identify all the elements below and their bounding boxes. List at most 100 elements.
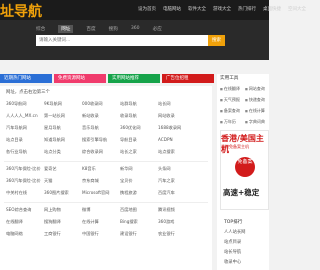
top-bar: 址导航 设为首页 电脑网站 软件大全 游戏大全 热门排行 桌面快捷 空间大全 (0, 0, 306, 21)
site-link[interactable]: 各行业导航 (6, 149, 44, 155)
top-item[interactable]: 站点目录 (224, 239, 245, 245)
search-area: 综合 网址 百度 搜狗 360 必应 搜索 (0, 20, 269, 60)
tool-link[interactable]: 万年历 (220, 119, 244, 125)
banner-recommend[interactable]: 实用网站推荐 (108, 74, 160, 83)
site-link[interactable]: 微博 (82, 207, 120, 213)
site-link[interactable]: 头条网 (158, 166, 196, 172)
link-row: 360汽车保险-比价 爱奇艺 K8音乐 新华网 头条网 (6, 166, 196, 172)
tool-list: 在线翻译 网站查询 天气预报 快递查询 备案查询 在线计算 万年历 字典词典 (220, 86, 269, 125)
site-link[interactable]: 工商银行 (44, 231, 82, 237)
site-link[interactable]: 站群导航 (120, 101, 158, 107)
tool-link[interactable]: 字典词典 (245, 119, 269, 125)
search-tab[interactable]: 搜狗 (109, 26, 118, 33)
ad-subline: 香港免备案主机 (221, 144, 249, 149)
ad-tagline: 高速+稳定 (223, 188, 260, 197)
site-link[interactable]: 360图片搜索 (44, 190, 82, 196)
site-link[interactable]: 天猫 (44, 178, 82, 184)
search-tab[interactable]: 必应 (153, 26, 162, 33)
site-link[interactable]: 360汽车保险-比价 (6, 166, 44, 172)
site-link[interactable]: 网上购物 (44, 207, 82, 213)
top-item[interactable]: 收录中心 (224, 259, 245, 265)
banner-ad[interactable]: 广告位招租 (162, 74, 214, 83)
site-link[interactable]: 站长之家 (120, 149, 158, 155)
tool-link[interactable]: 在线计算 (245, 108, 269, 114)
site-link[interactable]: 360游戏 (158, 219, 196, 225)
banner-hot[interactable]: 近期热门网站 (0, 74, 52, 83)
nav-item[interactable]: 设为首页 (138, 6, 156, 12)
site-link[interactable]: 电脑网络 (6, 231, 44, 237)
tool-link[interactable]: 天气预报 (220, 97, 244, 103)
site-link[interactable]: 导航目录 (120, 137, 158, 143)
site-link[interactable]: 人人人人_MX.cn (6, 113, 44, 119)
search-tab-active[interactable]: 网址 (58, 25, 74, 33)
site-link[interactable]: Bing搜索 (120, 219, 158, 225)
site-link[interactable]: 在线计算 (82, 219, 120, 225)
site-link[interactable]: 汽车之家 (158, 178, 196, 184)
site-logo[interactable]: 址导航 (0, 1, 42, 21)
site-link[interactable]: 中国银行 (82, 231, 120, 237)
tool-link[interactable]: 网站查询 (245, 86, 269, 92)
top-nav: 设为首页 电脑网站 软件大全 游戏大全 热门排行 桌面快捷 空间大全 (138, 6, 306, 12)
site-link[interactable]: 站点分类 (44, 149, 82, 155)
site-link[interactable]: 新站收录 (82, 113, 120, 119)
site-link[interactable]: 京东商城 (82, 178, 120, 184)
site-link[interactable]: K8音乐 (82, 166, 120, 172)
category-banners: 近期热门网站 免费资源网站 实用网站推荐 广告位招租 (0, 74, 214, 83)
site-link[interactable]: 360优化网 (120, 125, 158, 131)
site-link[interactable]: 站点目录 (6, 137, 44, 143)
search-input[interactable] (36, 35, 202, 46)
site-link[interactable]: 汽车导航网 (6, 125, 44, 131)
site-link[interactable]: 百度地图 (120, 207, 158, 213)
site-link[interactable]: 建设银行 (120, 231, 158, 237)
site-link[interactable]: 1688收录网 (158, 125, 196, 131)
site-link[interactable]: 爱奇艺 (44, 166, 82, 172)
site-link[interactable]: 宝贝价 (120, 178, 158, 184)
site-link[interactable]: 收录导航 (120, 113, 158, 119)
tool-link[interactable]: 备案查询 (220, 108, 244, 114)
site-link[interactable]: 农业银行 (158, 231, 196, 237)
nav-item[interactable]: 电脑网站 (163, 6, 181, 12)
search-tab[interactable]: 360 (131, 26, 140, 33)
banner-free[interactable]: 免费资源网站 (54, 74, 106, 83)
site-link[interactable]: 360导航网 (6, 101, 44, 107)
nav-item[interactable]: 桌面快捷 (263, 6, 281, 12)
site-link[interactable]: 搜狗翻译 (44, 219, 82, 225)
hosting-ad[interactable]: 香港/美国主机 香港免备案主机 免备案 高速+稳定 (220, 130, 269, 210)
top-item[interactable]: 站长导航 (224, 249, 245, 255)
site-link[interactable]: 站点搜索 (158, 149, 196, 155)
link-row: 各行业导航 站点分类 综合收录网 站长之家 站点搜索 (6, 149, 196, 155)
site-link[interactable]: SEO综合查询 (6, 207, 44, 213)
site-link[interactable]: 中关村在线 (6, 190, 44, 196)
site-link[interactable]: 携程旅游 (120, 190, 158, 196)
link-row: 人人人人_MX.cn 第一站长网 新站收录 收录导航 网站收录 (6, 113, 196, 119)
site-link[interactable]: 综合收录网 (82, 149, 120, 155)
tool-link[interactable]: 在线翻译 (220, 86, 244, 92)
site-link[interactable]: 知道导航网 (44, 137, 82, 143)
site-link[interactable]: 站长网 (158, 101, 196, 107)
nav-item[interactable]: 空间大全 (288, 6, 306, 12)
search-box (36, 35, 208, 46)
top-item[interactable]: 人人站长网 (224, 229, 245, 235)
search-button[interactable]: 搜索 (208, 35, 225, 46)
site-link[interactable]: 百度汽车 (158, 190, 196, 196)
site-link[interactable]: 新华网 (120, 166, 158, 172)
site-link[interactable]: 搜索引擎导航 (82, 137, 120, 143)
search-tab[interactable]: 百度 (86, 26, 95, 33)
site-link[interactable]: 000收录网 (82, 101, 120, 107)
site-link[interactable]: 360汽车保险-比价 (6, 178, 44, 184)
site-link[interactable]: 音乐导航 (82, 125, 120, 131)
site-link[interactable]: 网站收录 (158, 113, 196, 119)
site-link[interactable]: Microsoft官网 (82, 190, 120, 196)
site-link[interactable]: ACDPN (158, 137, 196, 143)
site-link[interactable]: 星月导航 (44, 125, 82, 131)
site-link[interactable]: 第一站长网 (44, 113, 82, 119)
search-tab[interactable]: 综合 (36, 26, 45, 33)
nav-item[interactable]: 游戏大全 (213, 6, 231, 12)
nav-item[interactable]: 软件大全 (188, 6, 206, 12)
nav-item[interactable]: 热门排行 (238, 6, 256, 12)
site-link[interactable]: 在线翻译 (6, 219, 44, 225)
link-row: SEO综合查询 网上购物 微博 百度地图 腾讯视频 (6, 207, 196, 213)
site-link[interactable]: 9K导航网 (44, 101, 82, 107)
site-link[interactable]: 腾讯视频 (158, 207, 196, 213)
tool-link[interactable]: 快递查询 (245, 97, 269, 103)
